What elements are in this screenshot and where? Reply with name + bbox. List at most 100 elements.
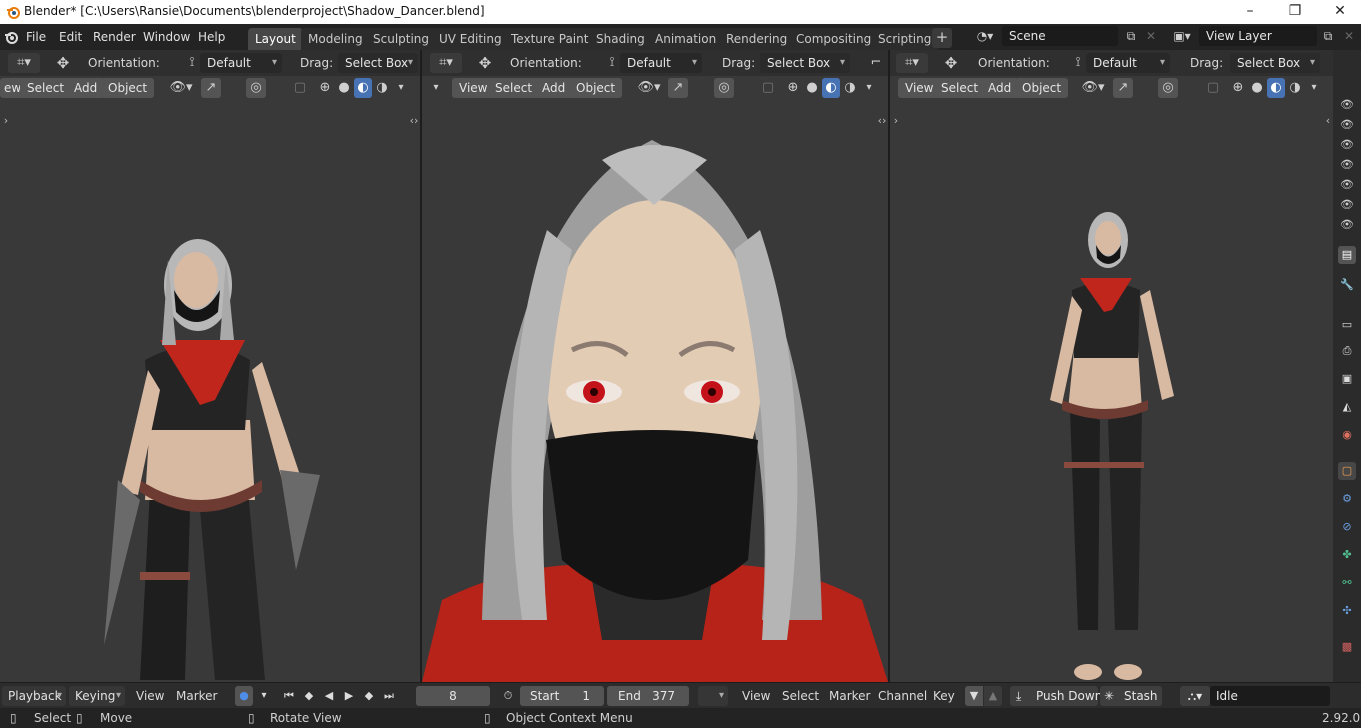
transform-gizmo-icon[interactable]: ✥	[940, 53, 962, 73]
render-tab-icon[interactable]: ▭	[1338, 316, 1356, 334]
visibility-icon[interactable]: 👁▾	[166, 78, 196, 98]
action-browse-icon[interactable]: ⛬▾	[1180, 686, 1210, 706]
start-frame-field[interactable]: Start 1	[520, 686, 604, 706]
minimize-button[interactable]: –	[1227, 0, 1273, 24]
eye-icon[interactable]: 👁	[1338, 96, 1356, 114]
editor-type-icon[interactable]: ⌗▾	[430, 53, 462, 73]
jump-end-icon[interactable]: ⏭	[380, 686, 398, 706]
eye-icon[interactable]: 👁	[1338, 216, 1356, 234]
close-button[interactable]: ✕	[1317, 0, 1361, 24]
material-shading-icon[interactable]: ◐	[1267, 78, 1285, 98]
tab-rendering[interactable]: Rendering	[719, 28, 795, 50]
scene-name-field[interactable]: Scene	[1002, 26, 1118, 46]
eye-icon[interactable]: 👁	[1338, 136, 1356, 154]
select-menu-button[interactable]: Select	[934, 78, 986, 98]
snap-icon[interactable]: ⌐	[866, 53, 886, 73]
editor-type-icon[interactable]	[698, 686, 728, 706]
overlay-toggle-icon[interactable]: ◎	[246, 78, 266, 98]
add-menu-button[interactable]: Add	[981, 78, 1019, 98]
transform-gizmo-icon[interactable]: ✥	[474, 53, 496, 73]
tab-compositing[interactable]: Compositing	[789, 28, 879, 50]
modifier-tab-icon[interactable]: ⚙	[1338, 490, 1356, 508]
object-menu-button[interactable]: Object	[1015, 78, 1069, 98]
wireframe-shading-icon[interactable]: ⊕	[784, 78, 802, 98]
eye-icon[interactable]: 👁	[1338, 156, 1356, 174]
solid-shading-icon[interactable]: ●	[803, 78, 821, 98]
delete-scene-icon[interactable]: ✕	[1140, 26, 1162, 46]
material-tab-icon[interactable]: ▩	[1338, 638, 1356, 656]
view-layer-tab-icon[interactable]: ▣	[1338, 370, 1356, 388]
particles-tab-icon[interactable]: ⊘	[1338, 518, 1356, 536]
gizmo-toggle-icon[interactable]: ↗	[1113, 78, 1133, 98]
constraints-tab-icon[interactable]: ⚯	[1338, 574, 1356, 592]
maximize-button[interactable]: ❐	[1272, 0, 1318, 24]
auto-keying-icon[interactable]: ●	[235, 686, 253, 706]
menu-file[interactable]: File	[26, 28, 46, 46]
next-keyframe-icon[interactable]: ◆	[360, 686, 378, 706]
dopesheet-view-menu[interactable]: View	[742, 686, 770, 706]
view-layer-browse-icon[interactable]: ▣▾	[1166, 26, 1198, 46]
dopesheet-key-menu[interactable]: Key	[933, 686, 955, 706]
eye-icon[interactable]: 👁	[1338, 116, 1356, 134]
shading-options-icon[interactable]: ▾	[861, 78, 877, 98]
dopesheet-marker-menu[interactable]: Marker	[829, 686, 870, 706]
scene-browse-icon[interactable]: ◔▾	[970, 26, 1000, 46]
push-down-button[interactable]: ⤓ Push Down	[1010, 686, 1102, 706]
playback-dropdown[interactable]: Playback	[2, 686, 66, 706]
xray-toggle-icon[interactable]: ▢	[290, 78, 310, 98]
material-shading-icon[interactable]: ◐	[354, 78, 372, 98]
data-tab-icon[interactable]: ✣	[1338, 602, 1356, 620]
rendered-shading-icon[interactable]: ◑	[841, 78, 859, 98]
add-menu-button[interactable]: Add	[67, 78, 105, 98]
editor-type-icon[interactable]: ⌗▾	[8, 53, 40, 73]
rendered-shading-icon[interactable]: ◑	[373, 78, 391, 98]
overlay-toggle-icon[interactable]: ◎	[714, 78, 734, 98]
tool-tab-icon[interactable]: 🔧	[1338, 276, 1356, 294]
current-frame-field[interactable]: 8	[416, 686, 490, 706]
jump-start-icon[interactable]: ⏮	[280, 686, 298, 706]
gizmo-toggle-icon[interactable]: ↗	[201, 78, 221, 98]
menu-edit[interactable]: Edit	[59, 28, 82, 46]
tab-scripting[interactable]: Scripting	[871, 28, 939, 50]
orientation-dropdown[interactable]: Default	[620, 53, 702, 73]
editor-type-icon[interactable]: ⌗▾	[896, 53, 928, 73]
prev-keyframe-icon[interactable]: ◆	[300, 686, 318, 706]
drag-dropdown[interactable]: Select Box	[338, 53, 418, 73]
eye-icon[interactable]: 👁	[1338, 196, 1356, 214]
tab-animation[interactable]: Animation	[648, 28, 724, 50]
tab-sculpting[interactable]: Sculpting	[366, 28, 437, 50]
dopesheet-channel-menu[interactable]: Channel	[878, 686, 927, 706]
timeline-marker-menu[interactable]: Marker	[176, 686, 217, 706]
menu-window[interactable]: Window	[143, 28, 190, 46]
properties-menu-icon[interactable]: ▤	[1338, 246, 1356, 264]
keying-options-icon[interactable]: ▾	[255, 686, 273, 706]
new-view-layer-icon[interactable]: ⧉	[1317, 26, 1339, 46]
visibility-icon[interactable]: 👁▾	[1078, 78, 1108, 98]
scene-tab-icon[interactable]: ◭	[1338, 398, 1356, 416]
delete-view-layer-icon[interactable]: ✕	[1338, 26, 1360, 46]
add-menu-button[interactable]: Add	[535, 78, 573, 98]
select-menu-button[interactable]: Select	[20, 78, 72, 98]
view-layer-name-field[interactable]: View Layer	[1199, 26, 1317, 46]
collapse-menus-icon[interactable]: ▾	[428, 78, 444, 98]
solid-shading-icon[interactable]: ●	[335, 78, 353, 98]
shading-options-icon[interactable]: ▾	[1306, 78, 1322, 98]
rendered-shading-icon[interactable]: ◑	[1286, 78, 1304, 98]
physics-tab-icon[interactable]: ✤	[1338, 546, 1356, 564]
menu-help[interactable]: Help	[198, 28, 225, 46]
xray-toggle-icon[interactable]: ▢	[758, 78, 778, 98]
new-scene-icon[interactable]: ⧉	[1120, 26, 1142, 46]
overlay-toggle-icon[interactable]: ◎	[1158, 78, 1178, 98]
interpolation-icon[interactable]: ▼	[965, 686, 983, 706]
wireframe-shading-icon[interactable]: ⊕	[1229, 78, 1247, 98]
object-tab-icon[interactable]: ▢	[1338, 462, 1356, 480]
end-frame-field[interactable]: End 377	[607, 686, 689, 706]
keying-dropdown[interactable]: Keying	[69, 686, 125, 706]
viewport-center[interactable]: ⌗▾ ✥ Orientation: ⟟ Default Drag: Select…	[422, 50, 888, 682]
blender-menu-icon[interactable]	[4, 30, 18, 44]
wireframe-shading-icon[interactable]: ⊕	[316, 78, 334, 98]
transform-gizmo-icon[interactable]: ✥	[52, 53, 74, 73]
viewport-right[interactable]: ⌗▾ ✥ Orientation: ⟟ Default Drag: Select…	[890, 50, 1333, 682]
play-icon[interactable]: ▶	[340, 686, 358, 706]
timeline-view-menu[interactable]: View	[136, 686, 164, 706]
